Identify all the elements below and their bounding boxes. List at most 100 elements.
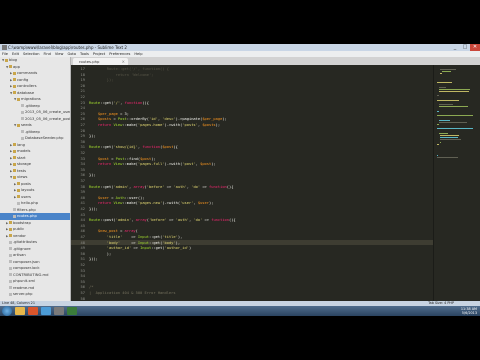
folder-icon xyxy=(13,175,16,179)
code-line[interactable]: $user = Auth::user(); xyxy=(89,196,145,200)
terminal-taskbar-icon[interactable] xyxy=(67,307,77,315)
tree-item-label: routes.php xyxy=(17,214,37,218)
browser-taskbar-icon[interactable] xyxy=(28,307,38,315)
code-line[interactable]: ); xyxy=(89,252,111,256)
code-line[interactable]: Route::post('admin', array('before' => '… xyxy=(89,218,236,222)
title-bar: C:\wamp\www\laravel\blog\app\routes.php … xyxy=(0,44,480,51)
minimap[interactable] xyxy=(433,65,480,301)
windows-taskbar: 11:38 AM 5/6/2013 xyxy=(0,306,480,316)
window-controls: _ □ ✕ xyxy=(450,44,480,51)
tree-item-label: commands xyxy=(17,71,38,75)
code-line[interactable]: $per_page = 3; xyxy=(89,112,129,116)
folder-icon xyxy=(17,97,20,101)
line-number: 49 xyxy=(80,246,85,251)
tree-item-label: composer.json xyxy=(13,259,40,264)
code-line[interactable]: $new_post = array( xyxy=(89,229,138,233)
code-line[interactable]: }); xyxy=(89,134,96,138)
line-number: 53 xyxy=(80,268,85,273)
tab-close-icon[interactable]: × xyxy=(122,58,125,65)
code-line[interactable]: Route::get('/', function() { xyxy=(89,67,169,71)
tree-item-label: server.php xyxy=(13,292,33,296)
line-number: 58 xyxy=(80,296,85,301)
tree-item-label: config xyxy=(17,77,29,82)
code-line[interactable]: /* xyxy=(89,285,93,289)
minimap-line xyxy=(437,128,474,130)
code-line[interactable]: return View::make('pages.full')->with('p… xyxy=(89,162,216,166)
code-line[interactable]: 'title' => Input::get('title'), xyxy=(89,235,183,239)
tree-item-label: 2013_05_06_create_posts_table.php xyxy=(25,116,71,121)
file-icon xyxy=(9,260,12,263)
tree-item-label: filters.php xyxy=(17,207,36,212)
code-area[interactable]: Route::get('/', function() { return 'Wel… xyxy=(89,65,431,301)
line-number: 36 xyxy=(80,173,85,178)
tree-item-label: CONTRIBUTING.md xyxy=(13,272,49,277)
tree-item-label: database xyxy=(17,90,35,95)
screen: C:\wamp\www\laravel\blog\app\routes.php … xyxy=(0,44,480,316)
folder-icon xyxy=(9,221,12,224)
tree-item-label: migrations xyxy=(21,97,41,101)
folder-icon xyxy=(13,71,16,75)
code-line[interactable]: Route::get('admin', array('before' => 'a… xyxy=(89,185,233,189)
file-icon xyxy=(21,104,24,107)
code-line[interactable]: return 'Welcome'; xyxy=(89,73,154,77)
minimap-line xyxy=(440,137,459,139)
file-icon xyxy=(9,286,12,289)
code-line[interactable]: })); xyxy=(89,207,98,211)
minimap-line xyxy=(440,139,462,141)
code-line[interactable]: $post = Post::find($post); xyxy=(89,157,156,161)
code-line[interactable]: | Application 404 & 500 Error Handlers xyxy=(89,291,176,295)
file-icon xyxy=(9,266,12,270)
tree-item-label: phpunit.xml xyxy=(13,279,36,283)
folder-icon xyxy=(17,195,20,198)
file-icon xyxy=(21,110,24,114)
code-line[interactable]: })); xyxy=(89,257,98,261)
tree-item-label: .gitignore xyxy=(13,246,31,251)
minimap-line xyxy=(440,135,459,136)
maximize-button[interactable]: □ xyxy=(460,44,470,51)
tree-item-label: controllers xyxy=(17,84,37,88)
explorer-taskbar-icon[interactable] xyxy=(15,307,25,315)
minimap-line xyxy=(437,143,440,145)
line-number: 31 xyxy=(80,145,85,150)
file-icon xyxy=(9,292,12,296)
tab-routes[interactable]: routes.php × xyxy=(73,58,128,65)
tree-item-label: posts xyxy=(21,181,31,186)
minimap-line xyxy=(437,154,439,156)
minimap-line xyxy=(441,71,452,73)
code-line[interactable]: 'body' => Input::get('body'), xyxy=(89,241,180,245)
code-line[interactable]: Route::get('/', function(){ xyxy=(89,101,149,105)
line-number: 30 xyxy=(80,139,85,144)
line-number: 45 xyxy=(80,223,85,228)
minimap-line xyxy=(440,141,442,143)
tab-bar: routes.php × xyxy=(71,57,480,65)
file-icon xyxy=(9,279,12,283)
tab-label: routes.php xyxy=(79,59,100,64)
minimap-line xyxy=(437,115,473,117)
tree-item-label: public xyxy=(13,227,25,231)
tree-item-label: bootstrap xyxy=(13,220,31,225)
code-line[interactable]: return View::make('pages.home')->with('p… xyxy=(89,123,220,127)
code-line[interactable]: }); xyxy=(89,173,96,177)
line-number: 47 xyxy=(80,235,85,239)
code-line[interactable]: return View::make('pages.new')->with('us… xyxy=(89,201,214,205)
code-line[interactable]: 'author_id' => Input::get('author_id') xyxy=(89,246,191,250)
code-line[interactable]: $posts = Post::orderBy('id', 'desc')->pa… xyxy=(89,117,227,121)
line-number: 17 xyxy=(80,67,85,71)
line-number: 55 xyxy=(80,279,85,284)
folder-icon xyxy=(17,188,20,192)
minimap-line xyxy=(440,69,456,70)
code-line[interactable]: }); xyxy=(89,78,114,82)
minimize-button[interactable]: _ xyxy=(450,44,460,51)
clock-date[interactable]: 5/6/2013 xyxy=(462,311,477,315)
code-line[interactable]: Route::get('show/{id}', function($post){ xyxy=(89,145,178,149)
tree-item-label: seeds xyxy=(21,123,32,127)
start-button[interactable] xyxy=(2,306,12,316)
line-number: 23 xyxy=(80,100,85,105)
code-editor[interactable]: 17 18 19 20 21 22 23 24 25 26 27 28 29 30 31 32 33 34 35 36… xyxy=(71,65,433,301)
close-button[interactable]: ✕ xyxy=(470,44,480,51)
sublime-taskbar-icon[interactable] xyxy=(54,307,64,315)
line-number: 54 xyxy=(80,274,85,279)
tree-file-item[interactable]: server.php xyxy=(0,291,70,298)
chrome-taskbar-icon[interactable] xyxy=(41,307,51,315)
minimap-line xyxy=(437,110,439,112)
